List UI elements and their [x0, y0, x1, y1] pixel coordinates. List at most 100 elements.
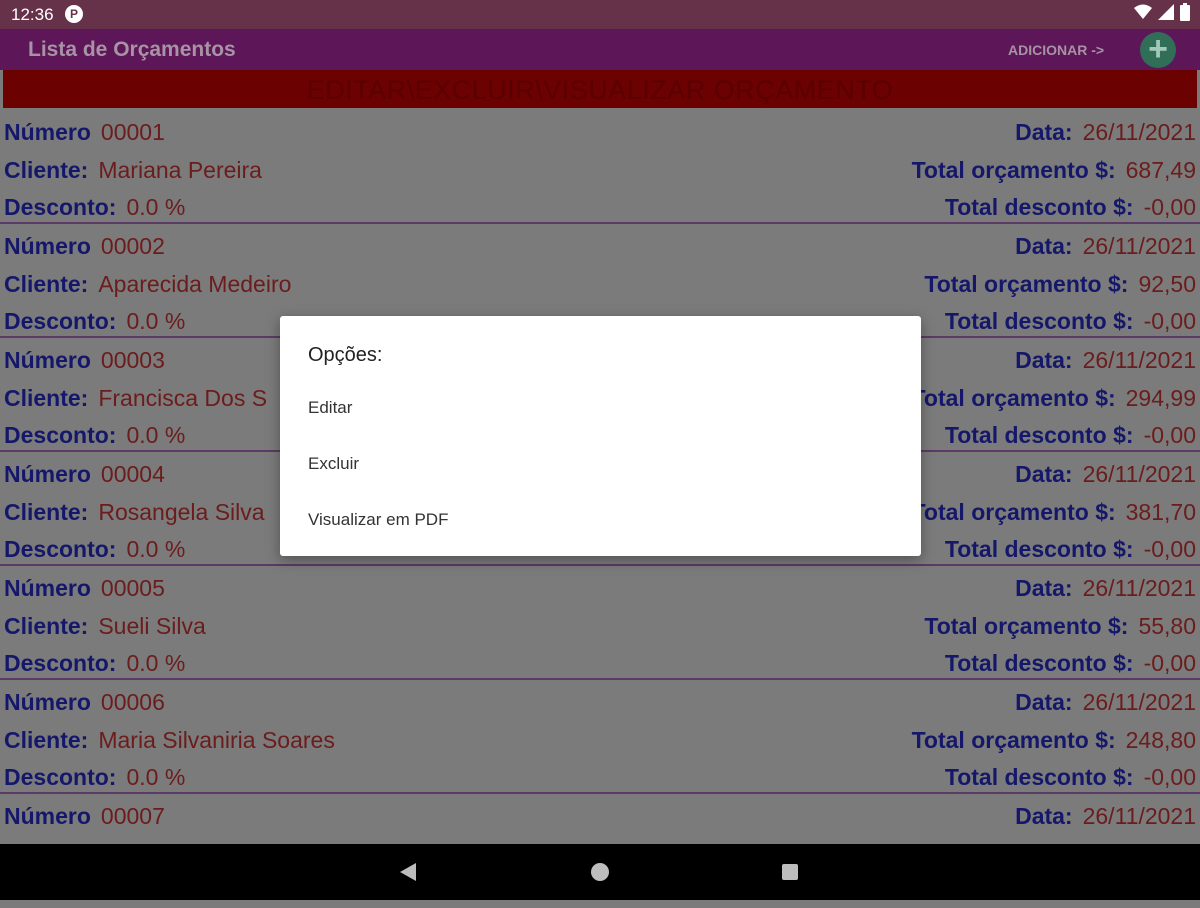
numero-value: 00002	[100, 233, 165, 259]
numero-label: Número	[4, 575, 91, 601]
action-banner: EDITAR\EXCLUIR\VISUALIZAR ORÇAMENTO	[3, 70, 1197, 108]
total-value: 92,50	[1138, 271, 1196, 297]
total-desconto-value: -0,00	[1143, 422, 1196, 448]
battery-icon	[1180, 3, 1190, 21]
cliente-value: Sueli Silva	[98, 613, 206, 639]
total-label: Total orçamento $:	[911, 385, 1116, 411]
data-value: 26/11/2021	[1082, 119, 1196, 145]
data-label: Data:	[1015, 119, 1073, 145]
app-bar: Lista de Orçamentos ADICIONAR -> +	[0, 29, 1200, 70]
total-label: Total orçamento $:	[911, 727, 1116, 753]
cliente-value: Rosangela Silva	[98, 499, 265, 525]
numero-label: Número	[4, 461, 91, 487]
total-value: 294,99	[1125, 385, 1196, 411]
total-desconto-label: Total desconto $:	[944, 422, 1134, 448]
data-value: 26/11/2021	[1082, 575, 1196, 601]
numero-label: Número	[4, 119, 91, 145]
desconto-value: 0.0 %	[126, 194, 186, 220]
numero-value: 00004	[100, 461, 165, 487]
cliente-label: Cliente:	[4, 157, 89, 183]
desconto-label: Desconto:	[4, 422, 117, 448]
numero-value: 00003	[100, 347, 165, 373]
app-title: Lista de Orçamentos	[28, 38, 236, 61]
total-label: Total orçamento $:	[911, 499, 1116, 525]
recents-icon[interactable]	[782, 864, 798, 880]
total-desconto-label: Total desconto $:	[944, 536, 1134, 562]
total-desconto-label: Total desconto $:	[944, 194, 1134, 220]
status-time: 12:36	[11, 5, 54, 24]
desconto-label: Desconto:	[4, 764, 117, 790]
desconto-label: Desconto:	[4, 650, 117, 676]
option-editar[interactable]: Editar	[308, 398, 352, 418]
data-label: Data:	[1015, 689, 1073, 715]
numero-label: Número	[4, 233, 91, 259]
total-desconto-value: -0,00	[1143, 764, 1196, 790]
cliente-label: Cliente:	[4, 613, 89, 639]
numero-value: 00005	[100, 575, 165, 601]
total-value: 381,70	[1125, 499, 1196, 525]
option-visualizar-pdf[interactable]: Visualizar em PDF	[308, 510, 448, 530]
desconto-value: 0.0 %	[126, 536, 186, 562]
desconto-value: 0.0 %	[126, 422, 186, 448]
notification-icon: P	[65, 5, 83, 23]
desconto-label: Desconto:	[4, 194, 117, 220]
total-value: 55,80	[1138, 613, 1196, 639]
system-icons	[1134, 3, 1190, 21]
total-desconto-value: -0,00	[1143, 308, 1196, 334]
add-label[interactable]: ADICIONAR ->	[1008, 42, 1104, 58]
desconto-label: Desconto:	[4, 308, 117, 334]
data-label: Data:	[1015, 461, 1073, 487]
total-desconto-value: -0,00	[1143, 536, 1196, 562]
numero-value: 00001	[100, 119, 165, 145]
numero-value: 00006	[100, 689, 165, 715]
total-desconto-label: Total desconto $:	[944, 650, 1134, 676]
status-bar: 12:36 P	[0, 0, 1200, 29]
desconto-value: 0.0 %	[126, 764, 186, 790]
data-label: Data:	[1015, 347, 1073, 373]
total-label: Total orçamento $:	[911, 157, 1116, 183]
cliente-value: Aparecida Medeiro	[98, 271, 292, 297]
list-item[interactable]: Número 00001 Data: 26/11/2021 Cliente: Mari…	[0, 110, 1200, 224]
data-label: Data:	[1015, 233, 1073, 259]
data-value: 26/11/2021	[1082, 803, 1196, 829]
dialog-title: Opções:	[308, 344, 383, 366]
cliente-value: Maria Silvaniria Soares	[98, 727, 335, 753]
cliente-value: Mariana Pereira	[98, 157, 262, 183]
list-item[interactable]: Número 00005 Data: 26/11/2021 Cliente: Suel…	[0, 566, 1200, 680]
data-label: Data:	[1015, 575, 1073, 601]
wifi-icon	[1134, 4, 1152, 19]
data-label: Data:	[1015, 803, 1073, 829]
desconto-value: 0.0 %	[126, 308, 186, 334]
option-excluir[interactable]: Excluir	[308, 454, 359, 474]
home-icon[interactable]	[591, 863, 609, 881]
total-desconto-value: -0,00	[1143, 194, 1196, 220]
total-value: 687,49	[1125, 157, 1196, 183]
list-item[interactable]: Número 00006 Data: 26/11/2021 Cliente: Mari…	[0, 680, 1200, 794]
total-desconto-value: -0,00	[1143, 650, 1196, 676]
total-label: Total orçamento $:	[924, 271, 1129, 297]
cliente-label: Cliente:	[4, 727, 89, 753]
numero-label: Número	[4, 803, 91, 829]
numero-label: Número	[4, 347, 91, 373]
total-desconto-label: Total desconto $:	[944, 308, 1134, 334]
signal-icon	[1158, 4, 1174, 20]
total-desconto-label: Total desconto $:	[944, 764, 1134, 790]
data-value: 26/11/2021	[1082, 461, 1196, 487]
cliente-label: Cliente:	[4, 271, 89, 297]
add-button[interactable]: +	[1140, 32, 1176, 68]
desconto-label: Desconto:	[4, 536, 117, 562]
back-icon[interactable]	[400, 863, 416, 881]
data-value: 26/11/2021	[1082, 233, 1196, 259]
options-dialog: Opções: Editar Excluir Visualizar em PDF	[280, 316, 921, 556]
cliente-label: Cliente:	[4, 385, 89, 411]
total-label: Total orçamento $:	[924, 613, 1129, 639]
numero-value: 00007	[100, 803, 165, 829]
data-value: 26/11/2021	[1082, 347, 1196, 373]
numero-label: Número	[4, 689, 91, 715]
navigation-bar	[0, 844, 1200, 900]
cliente-label: Cliente:	[4, 499, 89, 525]
total-value: 248,80	[1125, 727, 1196, 753]
data-value: 26/11/2021	[1082, 689, 1196, 715]
desconto-value: 0.0 %	[126, 650, 186, 676]
cliente-value: Francisca Dos S	[98, 385, 268, 411]
